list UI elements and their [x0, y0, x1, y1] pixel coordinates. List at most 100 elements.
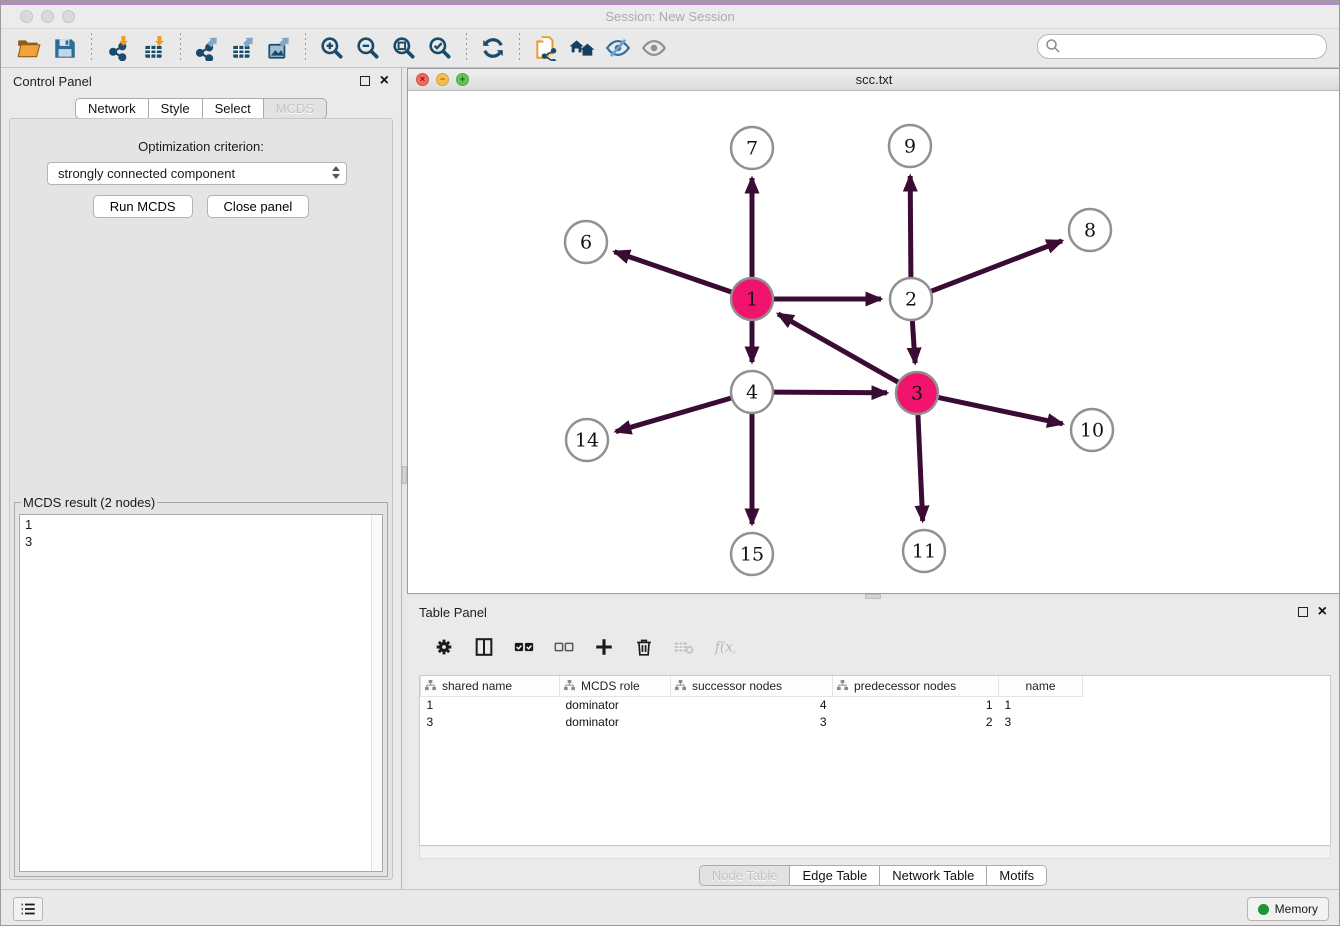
table-row[interactable]: 1dominator411	[421, 696, 1083, 713]
control-panel-title: Control Panel	[13, 74, 360, 89]
open-file-button[interactable]	[11, 32, 47, 64]
graph-node-9[interactable]: 9	[889, 125, 931, 167]
graph-node-2[interactable]: 2	[890, 278, 932, 320]
toolbar-separator	[91, 33, 92, 63]
graph-node-1[interactable]: 1	[731, 278, 773, 320]
add-column-button[interactable]	[591, 634, 617, 660]
tab-mcds[interactable]: MCDS	[264, 98, 327, 119]
close-panel-button[interactable]: Close panel	[207, 195, 310, 218]
graph-edge-2-9[interactable]	[910, 176, 911, 278]
save-session-button[interactable]	[47, 32, 83, 64]
column-header-mcds-role[interactable]: MCDS role	[560, 676, 671, 696]
graph-node-7[interactable]: 7	[731, 127, 773, 169]
zoom-in-button[interactable]	[314, 32, 350, 64]
table-cell[interactable]: 3	[999, 713, 1083, 730]
settings-gear-button[interactable]	[431, 634, 457, 660]
tab-select[interactable]: Select	[203, 98, 264, 119]
graph-node-6[interactable]: 6	[565, 221, 607, 263]
table-horizontal-scrollbar[interactable]	[419, 847, 1331, 859]
graph-node-15[interactable]: 15	[731, 533, 773, 575]
refresh-button[interactable]	[475, 32, 511, 64]
table-row[interactable]: 3dominator323	[421, 713, 1083, 730]
table-cell[interactable]: 3	[421, 713, 560, 730]
graph-node-4[interactable]: 4	[731, 371, 773, 413]
column-header-predecessor-nodes[interactable]: predecessor nodes	[833, 676, 999, 696]
table-cell[interactable]: 4	[671, 696, 833, 713]
graph-node-label: 14	[575, 430, 599, 452]
search-input[interactable]	[1037, 34, 1327, 59]
task-history-button[interactable]	[13, 897, 43, 921]
graph-edge-1-6[interactable]	[614, 252, 732, 293]
select-all-checkboxes-button[interactable]	[511, 634, 537, 660]
table-float-panel-icon[interactable]	[1298, 607, 1308, 617]
table-cell[interactable]: 2	[833, 713, 999, 730]
table-cell[interactable]: dominator	[560, 713, 671, 730]
graph-edge-4-3[interactable]	[773, 392, 887, 393]
mcds-result-title: MCDS result (2 nodes)	[21, 495, 157, 510]
tab-node-table[interactable]: Node Table	[699, 865, 791, 886]
graph-node-label: 3	[911, 383, 923, 405]
result-scrollbar[interactable]	[371, 515, 382, 871]
network-window-titlebar[interactable]: × − + scc.txt	[408, 69, 1340, 91]
tab-style[interactable]: Style	[149, 98, 203, 119]
table-cell[interactable]: 1	[999, 696, 1083, 713]
table-cell[interactable]: 1	[833, 696, 999, 713]
tab-edge-table[interactable]: Edge Table	[790, 865, 880, 886]
tab-motifs[interactable]: Motifs	[987, 865, 1047, 886]
column-header-successor-nodes[interactable]: successor nodes	[671, 676, 833, 696]
column-header-shared-name[interactable]: shared name	[421, 676, 560, 696]
table-cell[interactable]: 3	[671, 713, 833, 730]
control-panel-tabs: NetworkStyleSelectMCDS	[1, 98, 401, 119]
export-table-button[interactable]	[225, 32, 261, 64]
close-panel-icon[interactable]: ×	[380, 76, 389, 86]
graph-node-11[interactable]: 11	[903, 530, 945, 572]
shared-column-icon	[425, 680, 436, 691]
hide-details-button[interactable]	[600, 32, 636, 64]
optimization-criterion-label: Optimization criterion:	[10, 139, 392, 154]
zoom-out-button[interactable]	[350, 32, 386, 64]
run-mcds-button[interactable]: Run MCDS	[93, 195, 193, 218]
graph-edge-4-14[interactable]	[616, 398, 732, 432]
houses-button[interactable]	[564, 32, 600, 64]
delete-column-button[interactable]	[631, 634, 657, 660]
deselect-all-checkboxes-button[interactable]	[551, 634, 577, 660]
main-toolbar	[1, 29, 1339, 68]
graph-node-label: 6	[580, 232, 592, 254]
application-window: Session: New Session Control Panel × Net…	[0, 0, 1340, 926]
table-cell[interactable]: dominator	[560, 696, 671, 713]
graph-node-3[interactable]: 3	[896, 372, 938, 414]
tab-network[interactable]: Network	[75, 98, 149, 119]
zoom-fit-button[interactable]	[386, 32, 422, 64]
memory-button[interactable]: Memory	[1247, 897, 1329, 921]
mcds-tab-content: Optimization criterion: strongly connect…	[9, 118, 393, 880]
tab-network-table[interactable]: Network Table	[880, 865, 987, 886]
graph-edge-3-1[interactable]	[778, 314, 899, 383]
show-details-button[interactable]	[636, 32, 672, 64]
shared-column-icon	[675, 680, 686, 691]
table-close-panel-icon[interactable]: ×	[1318, 607, 1327, 617]
columns-button[interactable]	[471, 634, 497, 660]
import-table-button[interactable]	[136, 32, 172, 64]
import-network-button[interactable]	[100, 32, 136, 64]
export-image-button[interactable]	[261, 32, 297, 64]
duplicate-network-button[interactable]	[528, 32, 564, 64]
control-panel: Control Panel × NetworkStyleSelectMCDS O…	[1, 68, 402, 889]
zoom-selected-button[interactable]	[422, 32, 458, 64]
graph-node-10[interactable]: 10	[1071, 409, 1113, 451]
graph-edge-3-10[interactable]	[938, 397, 1063, 424]
control-panel-header: Control Panel ×	[1, 68, 401, 94]
graph-edge-2-3[interactable]	[912, 320, 915, 363]
criterion-dropdown[interactable]: strongly connected component	[47, 162, 347, 185]
export-network-button[interactable]	[189, 32, 225, 64]
graph-edge-3-11[interactable]	[918, 414, 923, 521]
graph-node-8[interactable]: 8	[1069, 209, 1111, 251]
float-panel-icon[interactable]	[360, 76, 370, 86]
mcds-button-row: Run MCDS Close panel	[10, 195, 392, 218]
table-cell[interactable]: 1	[421, 696, 560, 713]
graph-node-14[interactable]: 14	[566, 419, 608, 461]
graph-edge-2-8[interactable]	[931, 241, 1062, 292]
mcds-result-list[interactable]: 1 3	[19, 514, 383, 872]
column-header-name[interactable]: name	[999, 676, 1083, 696]
network-canvas[interactable]: 7 9 6 8 1 2 4 3 14 10 15 11	[408, 91, 1340, 593]
dropdown-stepper-icon	[332, 166, 340, 179]
